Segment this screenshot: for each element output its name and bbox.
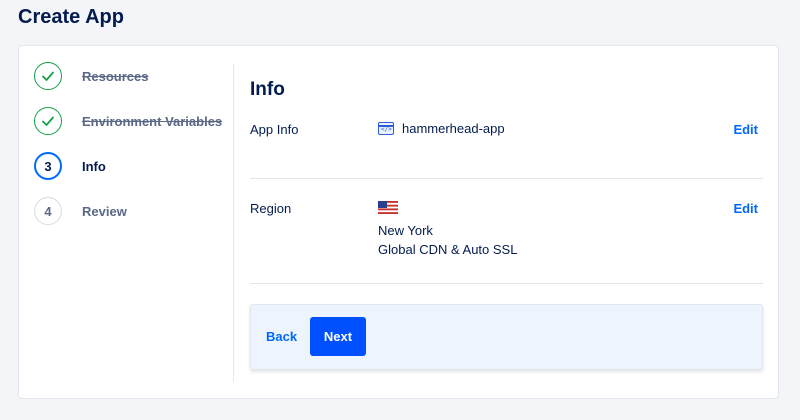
step-resources[interactable]: Resources	[34, 61, 148, 91]
step-number: 3	[34, 152, 62, 180]
region-label: Region	[250, 201, 292, 216]
step-review[interactable]: 4 Review	[34, 196, 127, 226]
create-app-card: Resources Environment Variables 3 Info 4…	[18, 45, 779, 399]
divider	[250, 283, 763, 284]
info-section: Info App Info </> hammerhead-app Edit Re…	[250, 46, 778, 398]
step-label: Resources	[82, 68, 149, 84]
app-info-value: </> hammerhead-app	[378, 121, 505, 136]
section-title: Info	[250, 79, 285, 100]
step-number: 4	[34, 197, 62, 225]
region-city: New York	[378, 223, 433, 238]
back-button[interactable]: Back	[266, 329, 297, 344]
vertical-divider	[233, 64, 234, 382]
next-button[interactable]: Next	[310, 317, 366, 356]
stepper: Resources Environment Variables 3 Info 4…	[19, 46, 234, 398]
check-icon	[34, 107, 62, 135]
step-label: Review	[82, 203, 127, 219]
action-bar: Back Next	[250, 304, 763, 370]
region-features: Global CDN & Auto SSL	[378, 242, 518, 257]
page-title: Create App	[18, 6, 124, 28]
step-label: Info	[82, 158, 106, 174]
step-environment-variables[interactable]: Environment Variables	[34, 106, 222, 136]
divider	[250, 178, 763, 179]
app-name: hammerhead-app	[402, 121, 505, 136]
check-icon	[34, 62, 62, 90]
app-info-label: App Info	[250, 122, 299, 137]
edit-app-info-link[interactable]: Edit	[733, 122, 758, 137]
step-info[interactable]: 3 Info	[34, 151, 106, 181]
step-label: Environment Variables	[82, 113, 223, 129]
edit-region-link[interactable]: Edit	[733, 201, 758, 216]
us-flag-icon	[378, 201, 398, 214]
region-value: New York Global CDN & Auto SSL	[378, 201, 517, 259]
app-window-icon: </>	[378, 122, 394, 135]
